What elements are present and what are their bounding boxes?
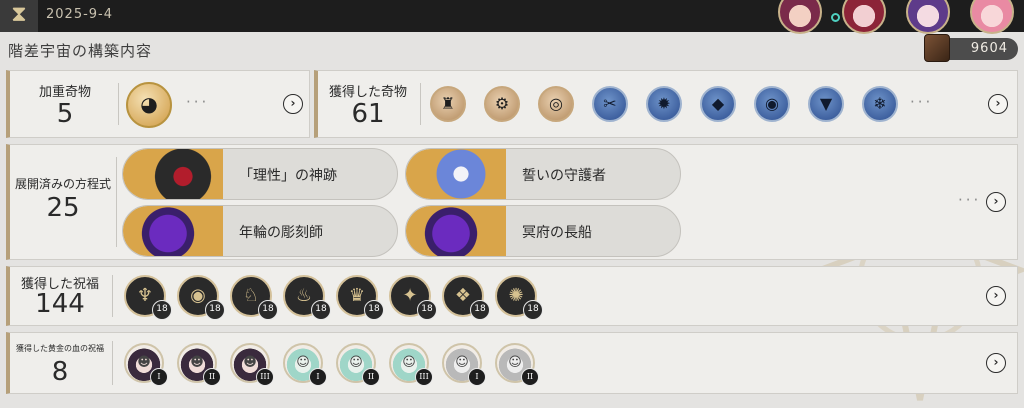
preservation-blessing-icon[interactable]: ♆ 18 [124,275,172,320]
blessing-rank-badge: II [362,368,380,386]
equation-name: 年輪の彫刻師 [239,225,323,241]
more-indicator: ··· [958,191,982,209]
triangle-curio-icon[interactable]: ▼ [808,86,844,122]
weighted-curios-card: 加重奇物 5 ◕ ··· › [6,70,310,138]
destruction-blessing-icon[interactable]: ✦ 18 [389,275,437,320]
card-divider [420,83,421,125]
golden-blood-blessing-icon[interactable]: ☺ II [495,343,539,386]
cloak-curio-icon[interactable]: ♜ [430,86,466,122]
obtained-curios-label: 獲得した奇物 [328,85,407,100]
blessing-rank-badge: III [415,368,433,386]
golden-blood-blessing-icon[interactable]: ☺ I [283,343,327,386]
blessing-level-badge: 18 [258,300,278,320]
blessings-expand-button[interactable]: › [986,286,1006,306]
golden-blood-blessing-icon[interactable]: ☺ III [389,343,433,386]
hunt-blessing-icon[interactable]: ♛ 18 [336,275,384,320]
card-divider [116,157,117,247]
creature-curio-icon[interactable]: ◕ [126,82,172,128]
equation-name: 「理性」の神跡 [239,168,337,184]
status-dot-icon [831,13,840,22]
abundance-blessing-icon[interactable]: ♨ 18 [283,275,331,320]
blessing-level-badge: 18 [311,300,331,320]
card-divider [118,83,119,125]
blessing-rank-badge: II [521,368,539,386]
blessing-level-badge: 18 [152,300,172,320]
golden-blood-blessing-icon[interactable]: ☺ II [336,343,380,386]
game-logo-icon: ⧗ [0,0,38,32]
equation-item-miracle-of-reason[interactable]: 「理性」の神跡 [122,148,398,200]
team-avatars [778,0,1014,34]
scissors-curio-icon[interactable]: ✂ [592,86,628,122]
equation-name: 誓いの守護者 [522,168,606,184]
equation-item-underworld-longship[interactable]: 冥府の長船 [405,205,681,257]
oath-guardian-icon [406,149,506,199]
golden-blood-expand-button[interactable]: › [986,353,1006,373]
orb-curio-icon[interactable]: ◎ [538,86,574,122]
currency-counter: 9604 [924,34,1018,62]
card-divider [112,341,113,385]
character-avatar-3[interactable] [906,0,950,34]
weighted-curios-expand-button[interactable]: › [283,94,303,114]
equations-count: 25 [46,193,80,223]
equation-name: 冥府の長船 [522,225,592,241]
golden-blood-blessing-icon[interactable]: ☺ I [442,343,486,386]
tree-ring-sculptor-icon [123,206,223,256]
obtained-curios-card: 獲得した奇物 61 ♜ ⚙ ◎ ✂ ✹ ◆ ◉ ▼ ❄ ··· › [314,70,1018,138]
character-avatar-1[interactable] [778,0,822,34]
more-indicator: ··· [910,93,934,111]
page-title: 階差宇宙の構築内容 [8,42,153,60]
blessing-level-badge: 18 [470,300,490,320]
card-divider [112,275,113,317]
currency-value: 9604 [970,41,1008,56]
equations-label: 展開済みの方程式 [14,177,111,191]
cube-icon [924,34,950,62]
obtained-curios-count: 61 [351,99,385,129]
robot-curio-icon[interactable]: ⚙ [484,86,520,122]
character-avatar-4[interactable] [970,0,1014,34]
golden-blood-count: 8 [51,357,69,387]
golden-blood-card: 獲得した黄金の血の祝福 8 ☻ I ☻ II ☻ III ☺ I ☺ II ☺ III ☺ I… [6,332,1018,394]
miracle-of-reason-icon [123,149,223,199]
more-indicator: ··· [186,93,210,111]
blessing-level-badge: 18 [523,300,543,320]
blessing-rank-badge: I [468,368,486,386]
blessings-card: 獲得した祝福 144 ♆ 18 ◉ 18 ♘ 18 ♨ 18 ♛ 18 ✦ 18 ❖ 18 ✺… [6,266,1018,326]
box-curio-icon[interactable]: ◆ [700,86,736,122]
gear-curio-icon[interactable]: ✹ [646,86,682,122]
blessing-level-badge: 18 [417,300,437,320]
disc-curio-icon[interactable]: ◉ [754,86,790,122]
equations-expand-button[interactable]: › [986,192,1006,212]
equation-item-tree-ring-sculptor[interactable]: 年輪の彫刻師 [122,205,398,257]
blessing-rank-badge: II [203,368,221,386]
character-avatar-2[interactable] [842,0,886,34]
blessing-level-badge: 18 [205,300,225,320]
obtained-curios-expand-button[interactable]: › [988,94,1008,114]
equation-item-oath-guardian[interactable]: 誓いの守護者 [405,148,681,200]
blessing-rank-badge: I [309,368,327,386]
nihility-blessing-icon[interactable]: ♘ 18 [230,275,278,320]
blessing-level-badge: 18 [364,300,384,320]
golden-blood-blessing-icon[interactable]: ☻ III [230,343,274,386]
equations-card: 展開済みの方程式 25 「理性」の神跡 誓いの守護者 年輪の彫刻師 冥府の長船 … [6,144,1018,260]
underworld-longship-icon [406,206,506,256]
blessings-count: 144 [35,289,85,319]
weighted-curios-label: 加重奇物 [38,85,91,100]
golden-blood-label: 獲得した黄金の血の祝福 [16,344,104,353]
remembrance-blessing-icon[interactable]: ◉ 18 [177,275,225,320]
golden-blood-blessing-icon[interactable]: ☻ I [124,343,168,386]
propagation-blessing-icon[interactable]: ✺ 18 [495,275,543,320]
crystal-curio-icon[interactable]: ❄ [862,86,898,122]
elation-blessing-icon[interactable]: ❖ 18 [442,275,490,320]
run-date: 2025-9-4 [46,7,114,22]
weighted-curios-count: 5 [56,99,74,129]
golden-blood-blessing-icon[interactable]: ☻ II [177,343,221,386]
blessing-rank-badge: I [150,368,168,386]
blessing-rank-badge: III [256,368,274,386]
